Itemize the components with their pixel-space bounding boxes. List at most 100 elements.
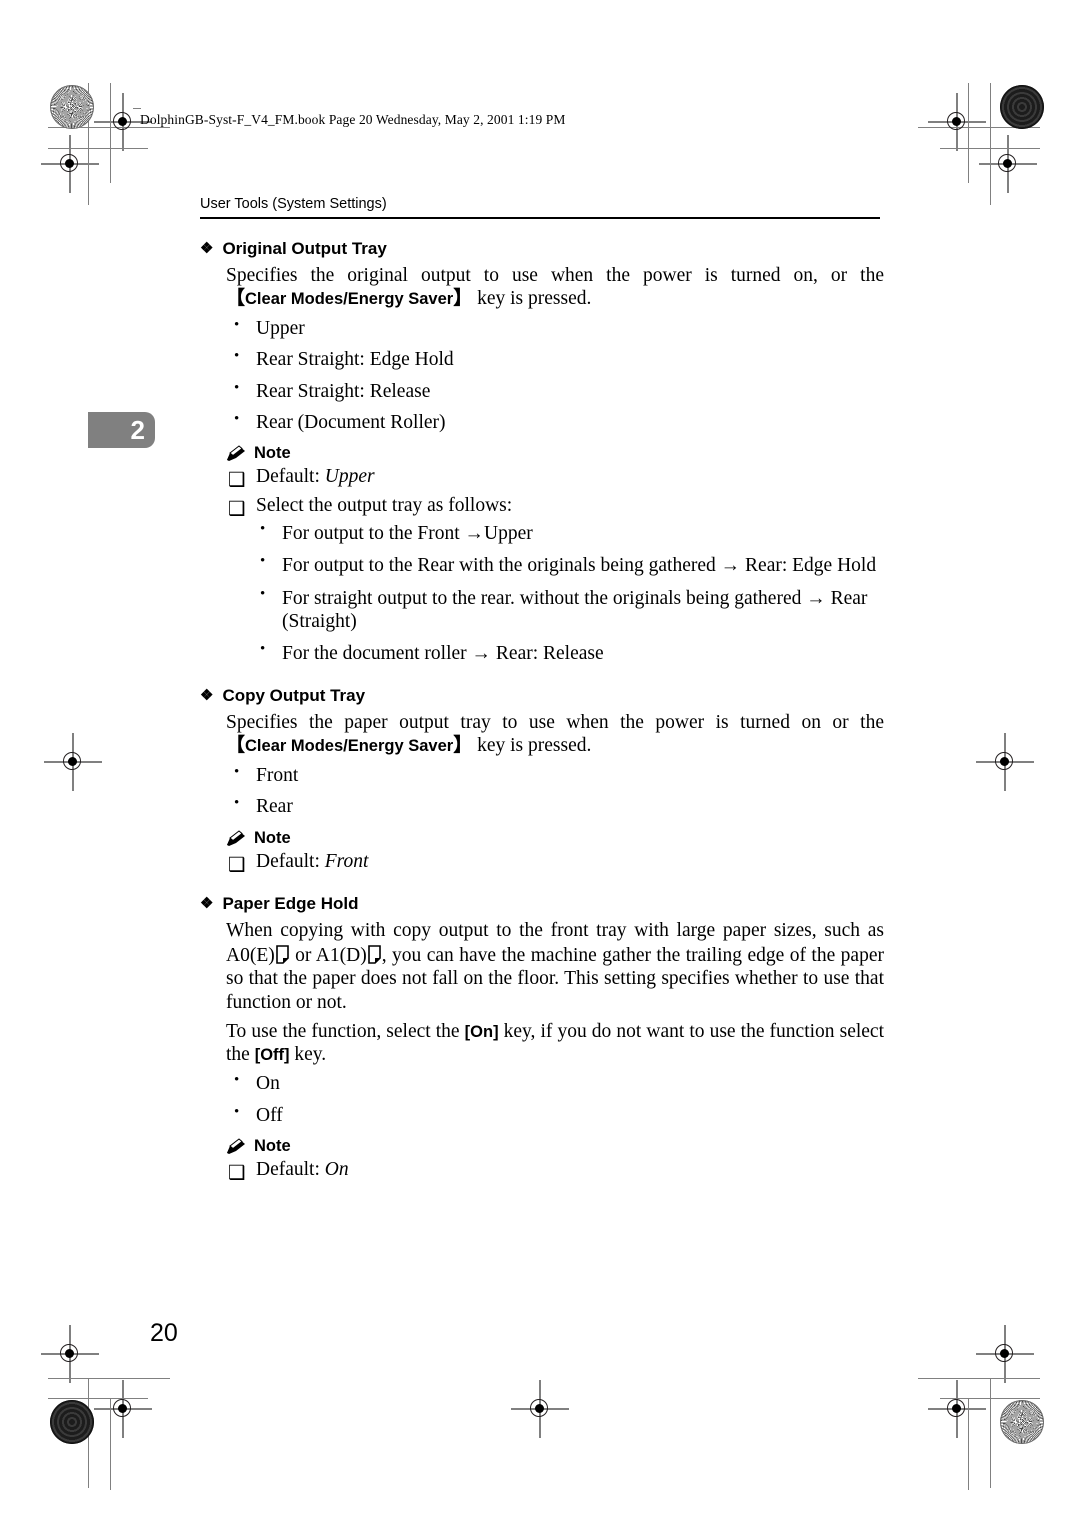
registration-mark-bottom-left-inner [41, 1325, 99, 1383]
note-box-icon: ❑ [228, 854, 246, 876]
body-text-c: key. [289, 1043, 327, 1065]
crop-line-bottom-right-h [918, 1378, 1040, 1380]
registration-mark-top-left-inner [94, 93, 152, 151]
registration-mark-bottom-center [511, 1380, 569, 1438]
body-text-pre: Specifies the original output to use whe… [226, 264, 884, 286]
paper-orientation-icon [367, 945, 381, 964]
section-original-output-tray: ❖ Original Output Tray Specifies the ori… [200, 238, 884, 665]
body-text-pre: Specifies the paper output tray to use w… [226, 712, 884, 734]
running-head-rule [200, 217, 880, 219]
option-list: On Off [200, 1071, 884, 1127]
key-label-off: [Off] [254, 1045, 290, 1064]
note-label: Note [254, 1136, 291, 1155]
page-content: ❖ Original Output Tray Specifies the ori… [200, 238, 884, 1186]
note-item-emphasis: Upper [324, 466, 375, 488]
option-list: Front Rear [200, 763, 884, 819]
note-list: ❑ Default: On [226, 1158, 884, 1184]
list-item: Rear Straight: Edge Hold [226, 347, 884, 371]
registration-mark-bottom-left-outer [94, 1380, 152, 1438]
section-heading: ❖ Original Output Tray [200, 238, 884, 261]
diamond-bullet-icon: ❖ [200, 895, 214, 913]
list-item: For output to the Rear with the original… [252, 553, 884, 577]
bracket-close-icon: 】 [453, 288, 473, 310]
section-heading: ❖ Paper Edge Hold [200, 893, 884, 916]
pencil-icon [226, 829, 246, 847]
running-head-text: User Tools (System Settings) [200, 196, 387, 212]
density-patch-bottom-left [50, 1400, 94, 1444]
registration-mark-left-middle [44, 733, 102, 791]
note-item: ❑ Default: Front [226, 850, 884, 876]
registration-mark-top-left-outer [41, 135, 99, 193]
page-number: 20 [150, 1319, 178, 1347]
note-heading: Note [226, 829, 884, 848]
bracket-open-icon: 【 [226, 288, 246, 310]
bracket-open-icon: 【 [226, 735, 246, 757]
file-stamp-rule [133, 108, 141, 110]
section-body: Specifies the original output to use whe… [226, 264, 884, 311]
starburst-mark-bottom-right [1000, 1400, 1044, 1444]
key-label: Clear Modes/Energy Saver [245, 737, 454, 756]
crop-line-bottom-left-h [48, 1378, 170, 1380]
note-item-emphasis: Front [324, 850, 369, 872]
note-box-icon: ❑ [228, 470, 246, 492]
section-title: Paper Edge Hold [222, 894, 359, 914]
chapter-tab-number: 2 [130, 415, 145, 445]
pencil-icon [226, 1138, 246, 1155]
note-list: ❑ Default: Upper ❑ Select the output tray … [226, 465, 884, 520]
note-item: ❑ Default: Upper [226, 465, 884, 491]
list-item: For straight output to the rear. without… [252, 585, 884, 633]
list-item: Off [226, 1103, 884, 1127]
crop-line-top-right-v [990, 83, 992, 205]
diamond-bullet-icon: ❖ [200, 240, 214, 257]
document-page: DolphinGB-Syst-F_V4_FM.book Page 20 Wedn… [0, 0, 1080, 1526]
section-body-first: When copying with copy output to the fro… [226, 919, 884, 1014]
note-item: ❑ Default: On [226, 1158, 884, 1184]
section-heading: ❖ Copy Output Tray [200, 685, 884, 708]
note-block: Note ❑ Default: Front [226, 829, 884, 876]
diamond-bullet-icon: ❖ [200, 687, 214, 705]
note-label: Note [254, 444, 291, 463]
note-box-icon: ❑ [228, 498, 246, 520]
body-text-post: key is pressed. [472, 735, 592, 757]
section-paper-edge-hold: ❖ Paper Edge Hold When copying with copy… [200, 893, 884, 1184]
section-title: Original Output Tray [222, 239, 387, 258]
note-item-text: Select the output tray as follows: [256, 494, 513, 516]
registration-mark-bottom-right-inner [976, 1325, 1034, 1383]
list-item: Rear Straight: Release [226, 379, 884, 403]
body-text-post: key is pressed. [472, 288, 592, 310]
file-stamp: DolphinGB-Syst-F_V4_FM.book Page 20 Wedn… [140, 112, 566, 127]
running-head: User Tools (System Settings) [200, 196, 880, 219]
list-item: Front [226, 763, 884, 787]
body-text-a: To use the function, select the [226, 1020, 465, 1042]
note-item: ❑ Select the output tray as follows: [226, 494, 884, 520]
key-label: Clear Modes/Energy Saver [245, 290, 454, 309]
note-heading: Note [226, 1137, 884, 1156]
paper-orientation-icon [275, 945, 289, 964]
note-block: Note ❑ Default: Upper ❑ Select the output … [226, 444, 884, 665]
note-label: Note [254, 828, 291, 847]
key-label-on: [On] [464, 1022, 499, 1041]
option-list: Upper Rear Straight: Edge Hold Rear Stra… [200, 316, 884, 435]
list-item: Rear [226, 794, 884, 818]
list-item: For the document roller → Rear: Release [252, 641, 884, 665]
registration-mark-bottom-right-outer [928, 1380, 986, 1438]
list-item: For output to the Front →Upper [252, 521, 884, 545]
crop-line-bottom-right-v [990, 1378, 992, 1488]
crop-line-top-right-h2 [940, 148, 1040, 150]
bracket-close-icon: 】 [453, 735, 473, 757]
pencil-icon [226, 445, 246, 462]
section-title: Copy Output Tray [222, 686, 366, 706]
density-patch-top-right [1000, 85, 1044, 129]
note-block: Note ❑ Default: On [226, 1137, 884, 1184]
list-item: Upper [226, 316, 884, 340]
registration-mark-top-right-inner [928, 93, 986, 151]
note-item-text: Default: [256, 1158, 325, 1180]
note-item-emphasis: On [324, 1158, 349, 1180]
list-item: Rear (Document Roller) [226, 410, 884, 434]
section-body: Specifies the paper output tray to use w… [226, 711, 884, 758]
registration-mark-right-middle [976, 733, 1034, 791]
note-list: ❑ Default: Front [226, 850, 884, 876]
note-item-text: Default: [256, 850, 325, 872]
note-item-text: Default: [256, 466, 325, 488]
chapter-tab: 2 [88, 412, 155, 448]
